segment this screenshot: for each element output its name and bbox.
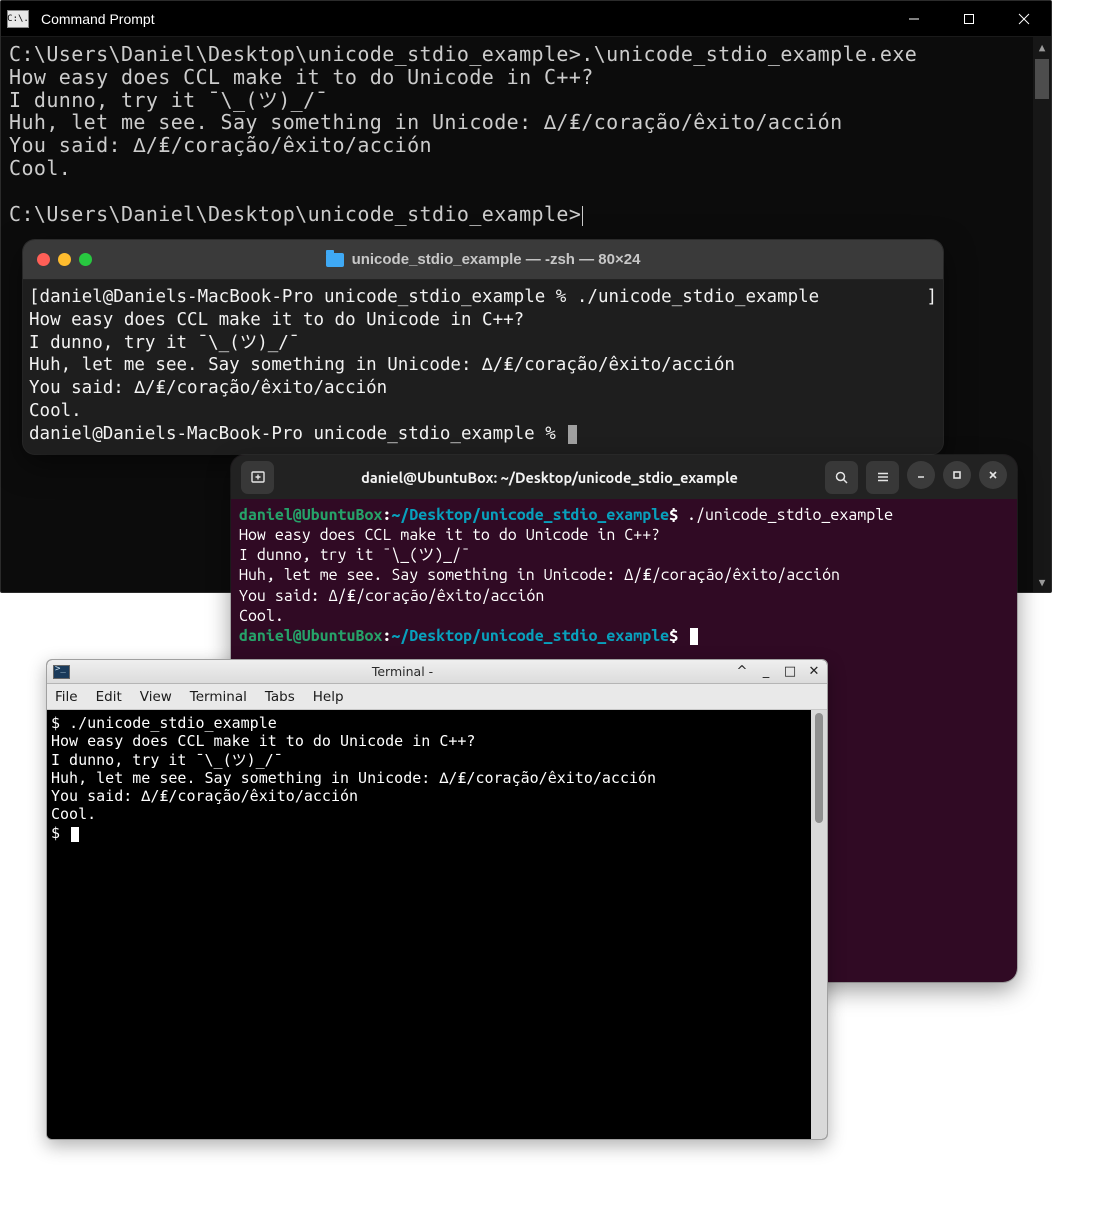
shade-button[interactable]: ^	[735, 664, 749, 679]
prompt-colon: :	[382, 627, 391, 645]
macos-terminal-body[interactable]: [daniel@Daniels-MacBook-Pro unicode_stdi…	[23, 280, 943, 454]
output-line: You said: ∆/₤/coração/êxito/acción	[51, 787, 358, 805]
scroll-thumb[interactable]	[1035, 59, 1049, 99]
output-line: How easy does CCL make it to do Unicode …	[29, 310, 524, 330]
prompt-user: daniel@UbuntuBox	[239, 506, 382, 524]
xfce-title: Terminal -	[76, 664, 729, 679]
output-line: You said: ∆/₤/coração/êxito/acción	[239, 587, 544, 605]
output-line: Huh, let me see. Say something in Unicod…	[239, 566, 840, 584]
close-button[interactable]: ✕	[807, 664, 821, 679]
cursor	[71, 827, 79, 842]
xfce-window-controls: ^ _ □ ✕	[735, 664, 821, 679]
command: ./unicode_stdio_example	[69, 714, 277, 732]
output-line: Cool.	[51, 805, 96, 823]
menu-file[interactable]: File	[55, 689, 78, 705]
output-line: I dunno, try it ¯\_(ツ)_/¯	[29, 333, 299, 353]
output-line: Huh, let me see. Say something in Unicod…	[29, 355, 735, 375]
prompt-line: daniel@Daniels-MacBook-Pro unicode_stdio…	[40, 287, 577, 307]
xfce-menubar: File Edit View Terminal Tabs Help	[47, 684, 827, 710]
macos-title-text: unicode_stdio_example — -zsh — 80×24	[352, 251, 641, 268]
output-line: You said: ∆/₤/coração/êxito/acción	[9, 133, 432, 157]
xfce-terminal-window: Terminal - ^ _ □ ✕ File Edit View Termin…	[46, 659, 828, 1140]
maximize-button[interactable]	[941, 1, 996, 36]
terminal-icon	[53, 665, 70, 679]
cmd-icon: C:\.	[7, 10, 29, 28]
folder-icon	[326, 253, 344, 267]
prompt-path: ~/Desktop/unicode_stdio_example	[391, 627, 669, 645]
minimize-button[interactable]: _	[759, 664, 773, 679]
macos-titlebar[interactable]: unicode_stdio_example — -zsh — 80×24	[23, 240, 943, 280]
menu-terminal[interactable]: Terminal	[190, 689, 247, 705]
menu-help[interactable]: Help	[313, 689, 344, 705]
close-button[interactable]	[996, 1, 1051, 36]
prompt-path: ~/Desktop/unicode_stdio_example	[391, 506, 669, 524]
prompt-dollar: $	[669, 506, 687, 524]
ubuntu-titlebar[interactable]: daniel@UbuntuBox: ~/Desktop/unicode_stdi…	[231, 455, 1017, 499]
output-line: Cool.	[9, 156, 71, 180]
output-line: I dunno, try it ¯\_(ツ)_/¯	[9, 88, 328, 112]
output-line: How easy does CCL make it to do Unicode …	[51, 732, 475, 750]
output-line: I dunno, try it ¯\_(ツ)_/¯	[51, 751, 283, 769]
windows-titlebar[interactable]: C:\. Command Prompt	[1, 1, 1051, 37]
prompt-dollar: $	[669, 627, 687, 645]
prompt: $	[51, 824, 69, 842]
hamburger-menu-button[interactable]	[866, 461, 899, 494]
scrollbar[interactable]	[811, 710, 827, 1139]
output-line: You said: ∆/₤/coração/êxito/acción	[29, 378, 387, 398]
windows-controls	[886, 1, 1051, 36]
scroll-thumb[interactable]	[815, 713, 823, 823]
command: ./unicode_stdio_example	[687, 506, 893, 524]
bracket: [	[29, 287, 40, 307]
scrollbar[interactable]: ▲ ▼	[1033, 37, 1051, 592]
prompt: $	[51, 714, 69, 732]
minimize-button[interactable]	[886, 1, 941, 36]
command: ./unicode_stdio_example	[577, 287, 819, 307]
cursor	[690, 628, 698, 645]
search-button[interactable]	[825, 461, 858, 494]
cursor	[568, 425, 577, 444]
maximize-button[interactable]: □	[783, 664, 797, 679]
xfce-terminal-body[interactable]: $ ./unicode_stdio_example How easy does …	[47, 710, 811, 1139]
prompt-colon: :	[382, 506, 391, 524]
menu-tabs[interactable]: Tabs	[265, 689, 295, 705]
windows-title: Command Prompt	[41, 11, 886, 27]
cursor	[582, 206, 583, 226]
scroll-down-icon[interactable]: ▼	[1033, 572, 1051, 592]
maximize-button[interactable]	[943, 461, 971, 489]
output-line: Huh, let me see. Say something in Unicod…	[9, 110, 843, 134]
prompt-line: C:\Users\Daniel\Desktop\unicode_stdio_ex…	[9, 42, 917, 66]
menu-view[interactable]: View	[140, 689, 172, 705]
ubuntu-title: daniel@UbuntuBox: ~/Desktop/unicode_stdi…	[282, 469, 817, 486]
output-line: Cool.	[239, 607, 284, 625]
minimize-button[interactable]	[907, 461, 935, 489]
macos-terminal-window: unicode_stdio_example — -zsh — 80×24 [da…	[23, 240, 943, 454]
prompt-line: C:\Users\Daniel\Desktop\unicode_stdio_ex…	[9, 202, 581, 226]
output-line: How easy does CCL make it to do Unicode …	[9, 65, 594, 89]
new-tab-button[interactable]	[241, 461, 274, 494]
xfce-titlebar[interactable]: Terminal - ^ _ □ ✕	[47, 660, 827, 684]
output-line: How easy does CCL make it to do Unicode …	[239, 526, 660, 544]
close-button[interactable]	[979, 461, 1007, 489]
menu-edit[interactable]: Edit	[96, 689, 122, 705]
prompt-line: daniel@Daniels-MacBook-Pro unicode_stdio…	[29, 424, 566, 444]
output-line: I dunno, try it ¯\_(ツ)_/¯	[239, 546, 470, 564]
output-line: Cool.	[29, 401, 82, 421]
prompt-user: daniel@UbuntuBox	[239, 627, 382, 645]
macos-title: unicode_stdio_example — -zsh — 80×24	[37, 251, 929, 268]
bracket: ]	[926, 286, 937, 309]
xfce-body-wrap: $ ./unicode_stdio_example How easy does …	[47, 710, 827, 1139]
output-line: Huh, let me see. Say something in Unicod…	[51, 769, 656, 787]
scroll-up-icon[interactable]: ▲	[1033, 37, 1051, 57]
